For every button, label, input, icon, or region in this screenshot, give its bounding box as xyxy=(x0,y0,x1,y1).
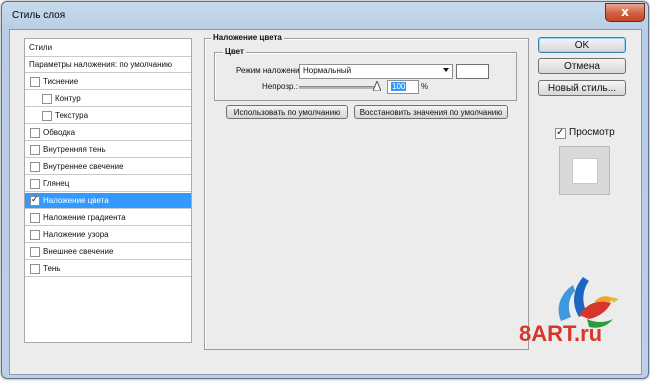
style-checkbox[interactable] xyxy=(42,111,52,121)
color-group: Цвет Режим наложения: Нормальный Непрозр… xyxy=(214,47,517,101)
style-item[interactable]: Внутренняя тень xyxy=(25,142,191,158)
style-item[interactable]: Обводка xyxy=(25,125,191,141)
style-checkbox[interactable] xyxy=(42,94,52,104)
style-item[interactable]: Тень xyxy=(25,261,191,277)
opacity-unit: % xyxy=(421,82,429,91)
styles-list: Стили Параметры наложения: по умолчанию Т… xyxy=(24,38,192,343)
style-checkbox[interactable] xyxy=(30,230,40,240)
style-checkbox[interactable] xyxy=(30,162,40,172)
style-checkbox[interactable] xyxy=(30,213,40,223)
style-item-label: Обводка xyxy=(43,128,76,137)
style-item-label: Текстура xyxy=(55,111,89,120)
opacity-value: 100 xyxy=(391,82,407,91)
style-item-label: Внутреннее свечение xyxy=(43,162,124,171)
style-item[interactable]: Наложение градиента xyxy=(25,210,191,226)
ok-button[interactable]: OK xyxy=(538,37,626,53)
opacity-label: Непрозр.: xyxy=(262,82,298,91)
style-item[interactable]: ✓ Наложение цвета xyxy=(25,193,191,209)
style-item[interactable]: Параметры наложения: по умолчанию xyxy=(25,57,191,73)
color-overlay-panel: Наложение цвета Цвет Режим наложения: Но… xyxy=(204,33,529,350)
style-item-label: Тень xyxy=(43,264,61,273)
style-item[interactable]: Контур xyxy=(25,91,191,107)
style-checkbox[interactable]: ✓ xyxy=(30,194,40,206)
style-item[interactable]: Текстура xyxy=(25,108,191,124)
style-item-label: Параметры наложения: по умолчанию xyxy=(29,60,172,69)
opacity-slider-thumb[interactable] xyxy=(373,81,381,91)
preview-checkbox[interactable]: ✓ xyxy=(555,127,566,139)
style-item[interactable]: Наложение узора xyxy=(25,227,191,243)
new-style-button[interactable]: Новый стиль... xyxy=(538,80,626,96)
close-icon: x xyxy=(621,5,629,19)
restore-default-button[interactable]: Восстановить значения по умолчанию xyxy=(354,105,508,119)
checkmark-icon: ✓ xyxy=(556,127,565,138)
cancel-button[interactable]: Отмена xyxy=(538,58,626,74)
overlay-color-swatch[interactable] xyxy=(456,64,489,79)
blend-mode-value: Нормальный xyxy=(303,66,352,75)
blend-mode-select[interactable]: Нормальный xyxy=(299,64,453,79)
watermark-text: 8ART.ru xyxy=(519,321,602,345)
opacity-slider-track[interactable] xyxy=(299,86,377,89)
style-checkbox[interactable] xyxy=(30,145,40,155)
style-checkbox[interactable] xyxy=(30,264,40,274)
use-default-button[interactable]: Использовать по умолчанию xyxy=(226,105,348,119)
color-group-title: Цвет xyxy=(223,47,246,56)
style-item[interactable]: Внутреннее свечение xyxy=(25,159,191,175)
styles-header[interactable]: Стили xyxy=(25,39,191,57)
style-item[interactable]: Глянец xyxy=(25,176,191,192)
style-checkbox[interactable] xyxy=(30,179,40,189)
blend-mode-label: Режим наложения: xyxy=(236,66,307,75)
style-item-label: Внешнее свечение xyxy=(43,247,114,256)
panel-title: Наложение цвета xyxy=(211,33,284,42)
chevron-down-icon xyxy=(443,68,449,72)
watermark-logo: 8ART.ru xyxy=(519,277,619,345)
style-checkbox[interactable] xyxy=(30,247,40,257)
style-item-label: Тиснение xyxy=(43,77,79,86)
style-item-label: Наложение цвета xyxy=(43,196,109,205)
style-item-label: Наложение градиента xyxy=(43,213,126,222)
layer-style-dialog: Стиль слоя x Стили Параметры наложения: … xyxy=(1,1,649,379)
style-item-label: Внутренняя тень xyxy=(43,145,106,154)
style-item[interactable]: Тиснение xyxy=(25,74,191,90)
preview-thumbnail xyxy=(559,146,610,195)
preview-swatch xyxy=(572,158,598,184)
style-checkbox[interactable] xyxy=(30,77,40,87)
styles-header-label: Стили xyxy=(29,43,53,52)
style-checkbox[interactable] xyxy=(30,128,40,138)
window-title: Стиль слоя xyxy=(12,10,66,21)
preview-label: Просмотр xyxy=(569,127,615,138)
opacity-input[interactable]: 100 xyxy=(387,80,419,94)
style-item-label: Контур xyxy=(55,94,81,103)
close-button[interactable]: x xyxy=(605,3,645,22)
style-item-label: Глянец xyxy=(43,179,70,188)
style-item-label: Наложение узора xyxy=(43,230,109,239)
checkmark-icon: ✓ xyxy=(31,194,39,204)
style-item[interactable]: Внешнее свечение xyxy=(25,244,191,260)
